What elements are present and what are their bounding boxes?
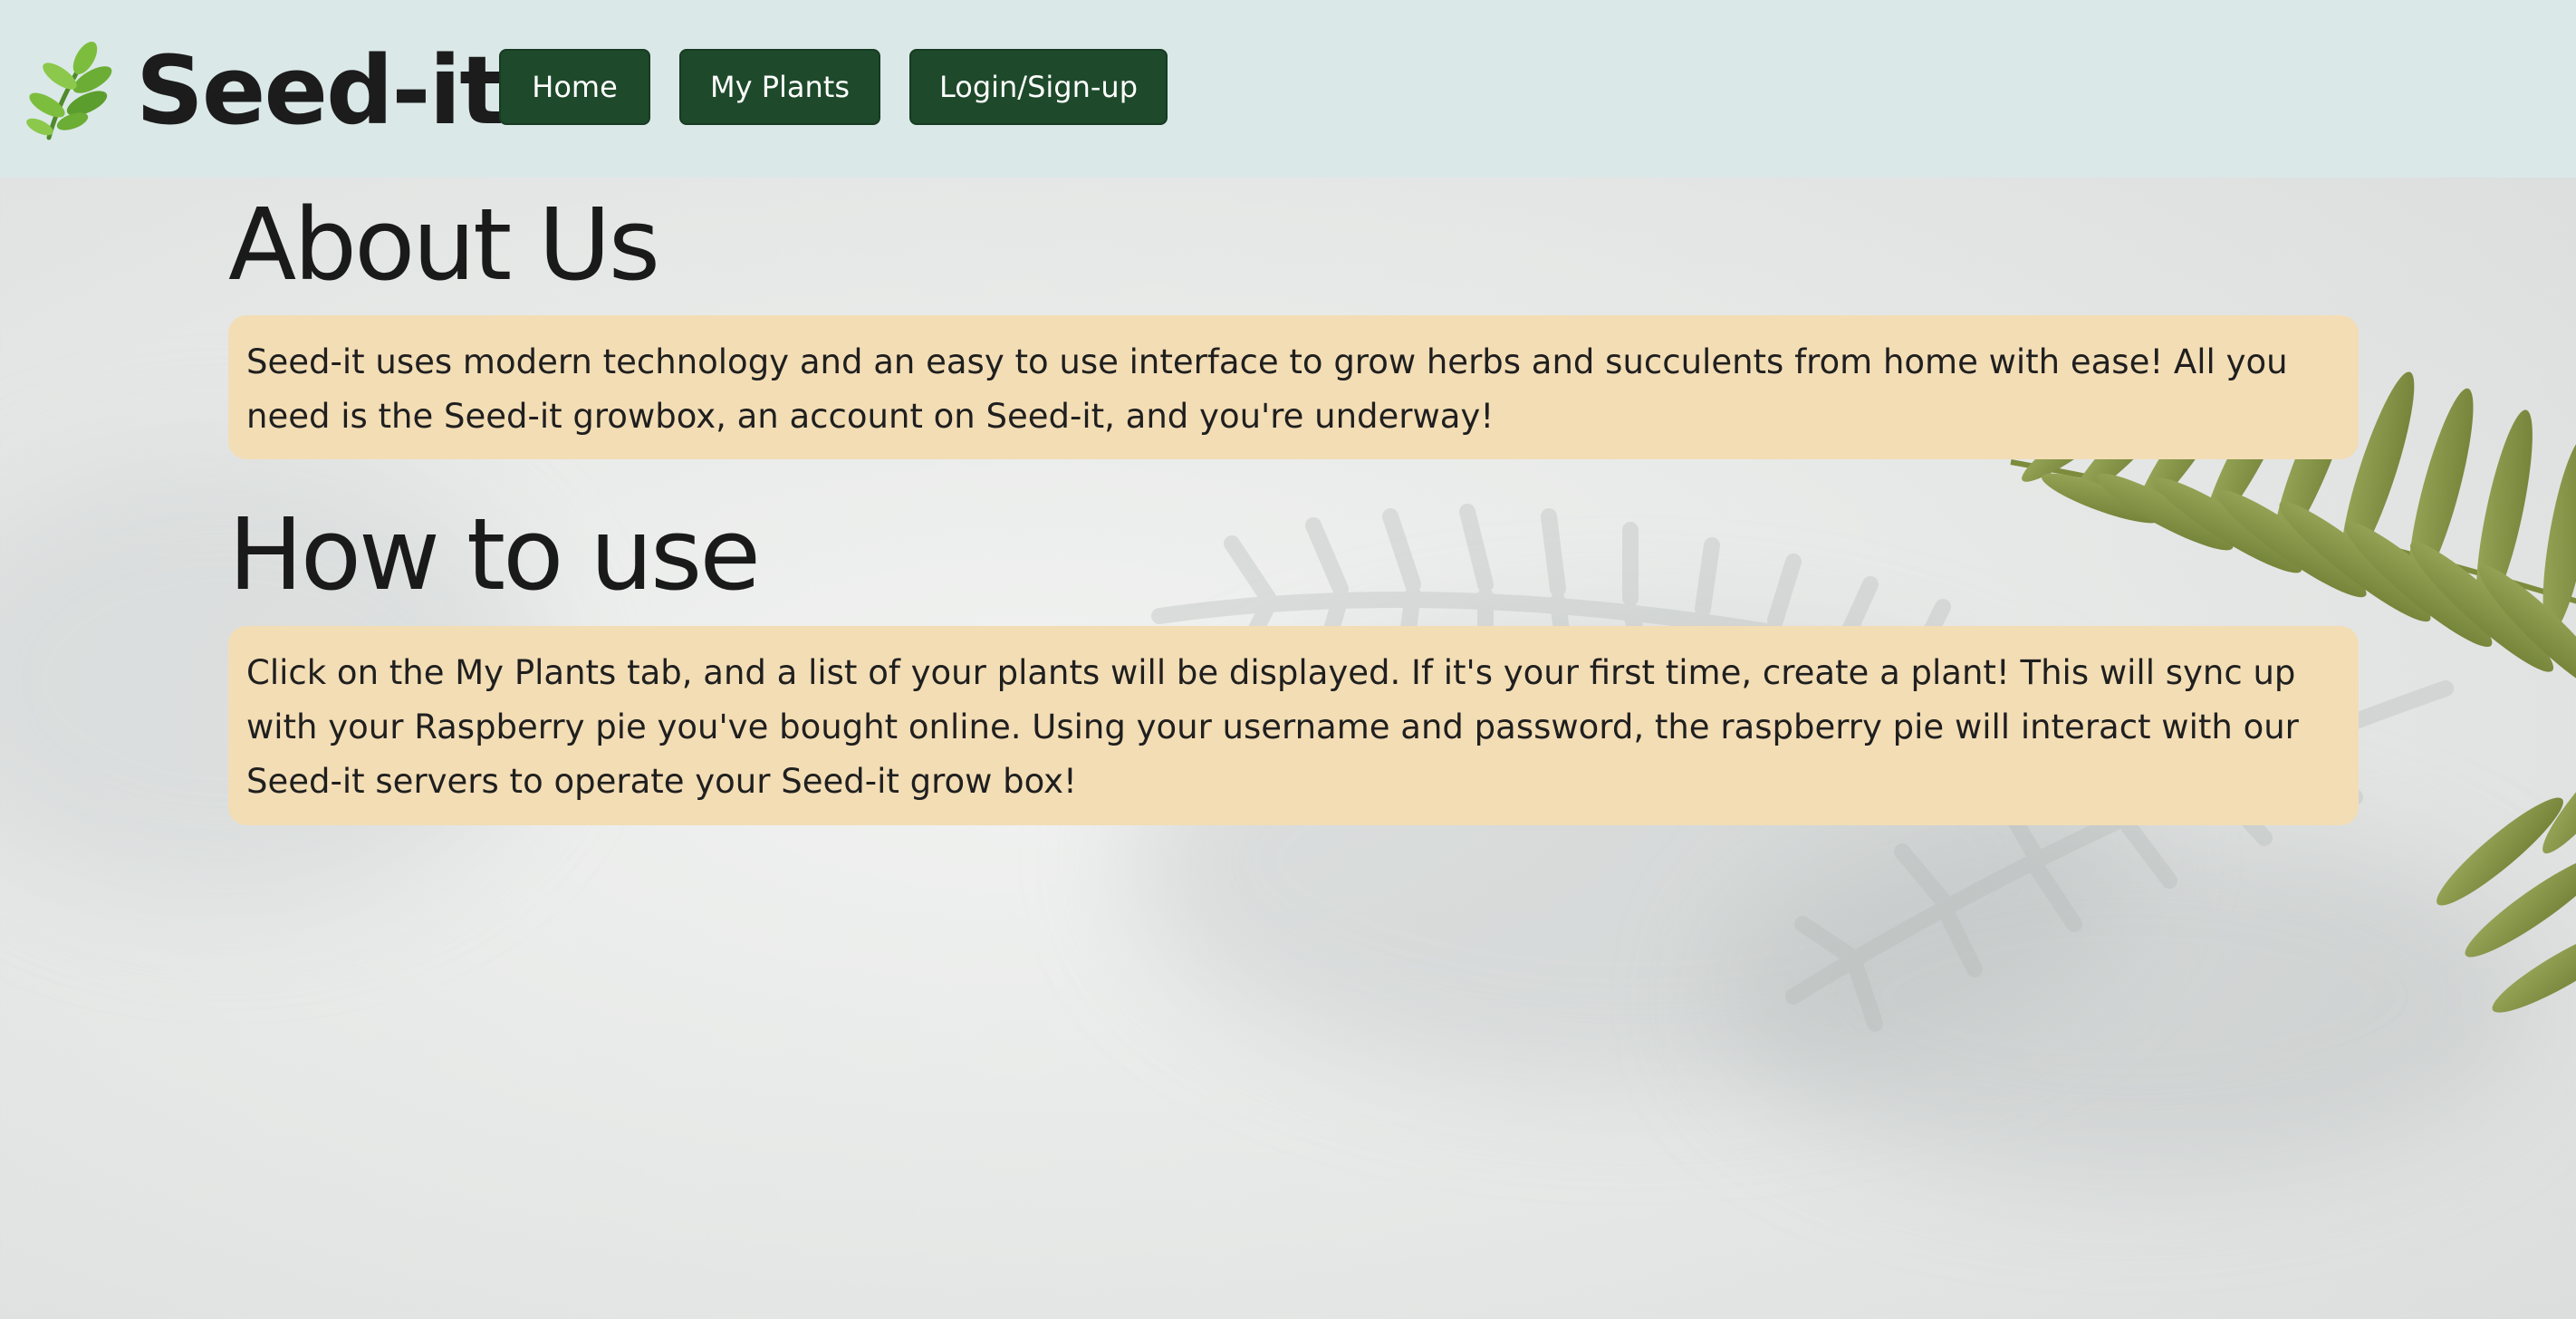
brand-name: Seed-it xyxy=(136,35,505,146)
about-heading: About Us xyxy=(228,187,660,303)
my-plants-button[interactable]: My Plants xyxy=(679,49,880,125)
home-button[interactable]: Home xyxy=(499,49,650,125)
how-to-use-heading: How to use xyxy=(228,496,761,612)
login-signup-button[interactable]: Login/Sign-up xyxy=(909,49,1168,125)
how-to-use-card: Click on the My Plants tab, and a list o… xyxy=(228,626,2359,825)
navbar: Seed-it Home My Plants Login/Sign-up xyxy=(0,0,2576,178)
herb-leaf-icon xyxy=(26,41,112,140)
brand[interactable]: Seed-it xyxy=(22,27,505,154)
about-card: Seed-it uses modern technology and an ea… xyxy=(228,315,2359,459)
